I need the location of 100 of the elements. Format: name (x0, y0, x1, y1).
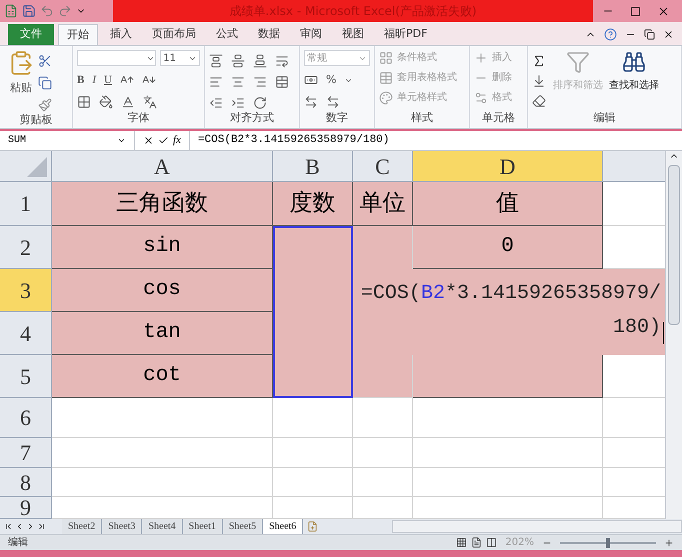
sheet-tab[interactable]: Sheet4 (142, 519, 183, 534)
group-label: 剪贴板 (20, 112, 52, 128)
underline-button[interactable]: U (104, 72, 112, 88)
table-cell: 三角函数 (52, 182, 273, 226)
row-header[interactable]: 2 (0, 226, 52, 269)
copy-icon[interactable] (38, 76, 52, 90)
table-cell: 度数 (273, 182, 353, 226)
row-header[interactable]: 7 (0, 438, 52, 468)
find-select-button[interactable]: 查找和选择 (609, 78, 659, 93)
font-name-field[interactable] (77, 50, 156, 66)
dropdown-icon[interactable] (117, 136, 126, 145)
page-layout-icon[interactable] (471, 537, 482, 548)
corner-triangle-icon (27, 157, 47, 177)
row-header[interactable]: 4 (0, 312, 52, 355)
insert-sheet-icon[interactable] (307, 521, 318, 532)
ribbon-tab[interactable]: 福昕PDF (376, 24, 436, 45)
orientation-icon[interactable] (253, 96, 267, 110)
first-sheet-icon[interactable] (4, 522, 13, 531)
align-right-icon[interactable] (253, 75, 267, 89)
conditional-format-icon[interactable] (379, 50, 393, 64)
cell-style-icon[interactable] (379, 90, 393, 104)
cell-reference: B2 (420, 282, 445, 305)
formula-text: *3.14159265358979/180) (444, 282, 661, 339)
sheet-tab[interactable]: Sheet5 (222, 519, 264, 534)
table-cell: cos (52, 269, 273, 312)
format-icon[interactable] (474, 90, 488, 104)
cancel-icon[interactable] (143, 135, 154, 146)
restore-icon[interactable] (644, 29, 655, 40)
align-center-icon[interactable] (231, 75, 245, 89)
ribbon-tab[interactable]: 审阅 (292, 24, 330, 45)
cut-icon[interactable] (38, 54, 52, 68)
zoom-in-icon[interactable] (664, 538, 674, 548)
group-label: 编辑 (594, 110, 616, 126)
ribbon-tab[interactable]: 插入 (102, 24, 140, 45)
file-tab[interactable]: 文件 (8, 24, 54, 45)
sheet-tab[interactable]: Sheet1 (182, 519, 223, 534)
row-header[interactable]: 8 (0, 468, 52, 497)
wrap-text-icon[interactable] (275, 54, 289, 68)
increase-indent-icon[interactable] (231, 96, 245, 110)
ribbon-tab[interactable]: 数据 (250, 24, 288, 45)
italic-button[interactable]: I (92, 72, 96, 88)
normal-view-icon[interactable] (456, 537, 468, 548)
decrease-indent-icon[interactable] (209, 96, 223, 110)
sum-icon[interactable] (532, 54, 546, 68)
ribbon-tab[interactable]: 页面布局 (144, 24, 204, 45)
sheet-tab[interactable]: Sheet3 (102, 519, 142, 534)
bold-button[interactable]: B (77, 72, 84, 88)
row-header[interactable]: 6 (0, 398, 52, 438)
vertical-scrollbar[interactable] (665, 151, 682, 519)
font-size-field[interactable]: 11 (160, 50, 200, 66)
enter-icon[interactable] (158, 135, 169, 146)
font-color-icon[interactable] (121, 94, 135, 108)
fill-icon[interactable] (532, 74, 546, 88)
fill-color-icon[interactable] (99, 94, 113, 108)
ribbon-tab[interactable]: 公式 (208, 24, 246, 45)
paste-label[interactable]: 粘贴 (10, 80, 32, 96)
format-painter-icon[interactable] (38, 98, 52, 112)
last-sheet-icon[interactable] (37, 522, 46, 531)
clear-icon[interactable] (532, 94, 546, 108)
name-box[interactable]: SUM (0, 131, 135, 150)
ribbon-tab[interactable]: 视图 (334, 24, 372, 45)
decrease-decimal-icon[interactable] (326, 94, 340, 108)
horizontal-scrollbar[interactable] (392, 520, 682, 533)
row-header[interactable]: 5 (0, 355, 52, 398)
scroll-thumb[interactable] (668, 165, 680, 325)
text-cursor (663, 322, 664, 344)
percent-button[interactable]: % (326, 72, 336, 88)
sheet-tab[interactable]: Sheet2 (62, 519, 102, 534)
table-format-icon[interactable] (379, 70, 393, 84)
group-label: 数字 (326, 110, 348, 126)
row-header[interactable]: 1 (0, 182, 52, 226)
close-icon[interactable] (663, 29, 674, 40)
align-left-icon[interactable] (209, 75, 223, 89)
prev-sheet-icon[interactable] (15, 522, 24, 531)
binoculars-icon[interactable] (622, 50, 646, 74)
maximize-icon[interactable] (630, 6, 641, 16)
column-header[interactable]: A (52, 151, 273, 182)
sheet-tab[interactable]: Sheet6 (263, 519, 304, 534)
merge-icon[interactable] (275, 75, 289, 89)
align-bottom-icon[interactable] (253, 54, 267, 68)
phonetic-icon[interactable] (143, 94, 157, 108)
border-icon[interactable] (77, 94, 91, 108)
align-top-icon[interactable] (209, 54, 223, 68)
row-header[interactable]: 3 (0, 269, 52, 312)
row-header[interactable]: 9 (0, 497, 52, 519)
zoom-thumb[interactable] (606, 538, 610, 548)
align-middle-icon[interactable] (231, 54, 245, 68)
formula-field[interactable]: =COS(B2*3.14159265358979/180) (190, 131, 682, 150)
table-cell: 0 (413, 226, 603, 269)
ribbon-tab[interactable]: 开始 (58, 24, 98, 45)
help-icon[interactable] (604, 28, 617, 41)
insert-function-button[interactable]: fx (173, 132, 181, 149)
column-header[interactable]: D (413, 151, 603, 182)
page-break-icon[interactable] (486, 537, 498, 548)
column-header[interactable]: C (353, 151, 413, 182)
increase-decimal-icon[interactable] (304, 94, 318, 108)
save-icon[interactable] (22, 4, 36, 18)
column-header[interactable]: B (273, 151, 353, 182)
next-sheet-icon[interactable] (26, 522, 35, 531)
insert-icon[interactable] (474, 50, 488, 64)
